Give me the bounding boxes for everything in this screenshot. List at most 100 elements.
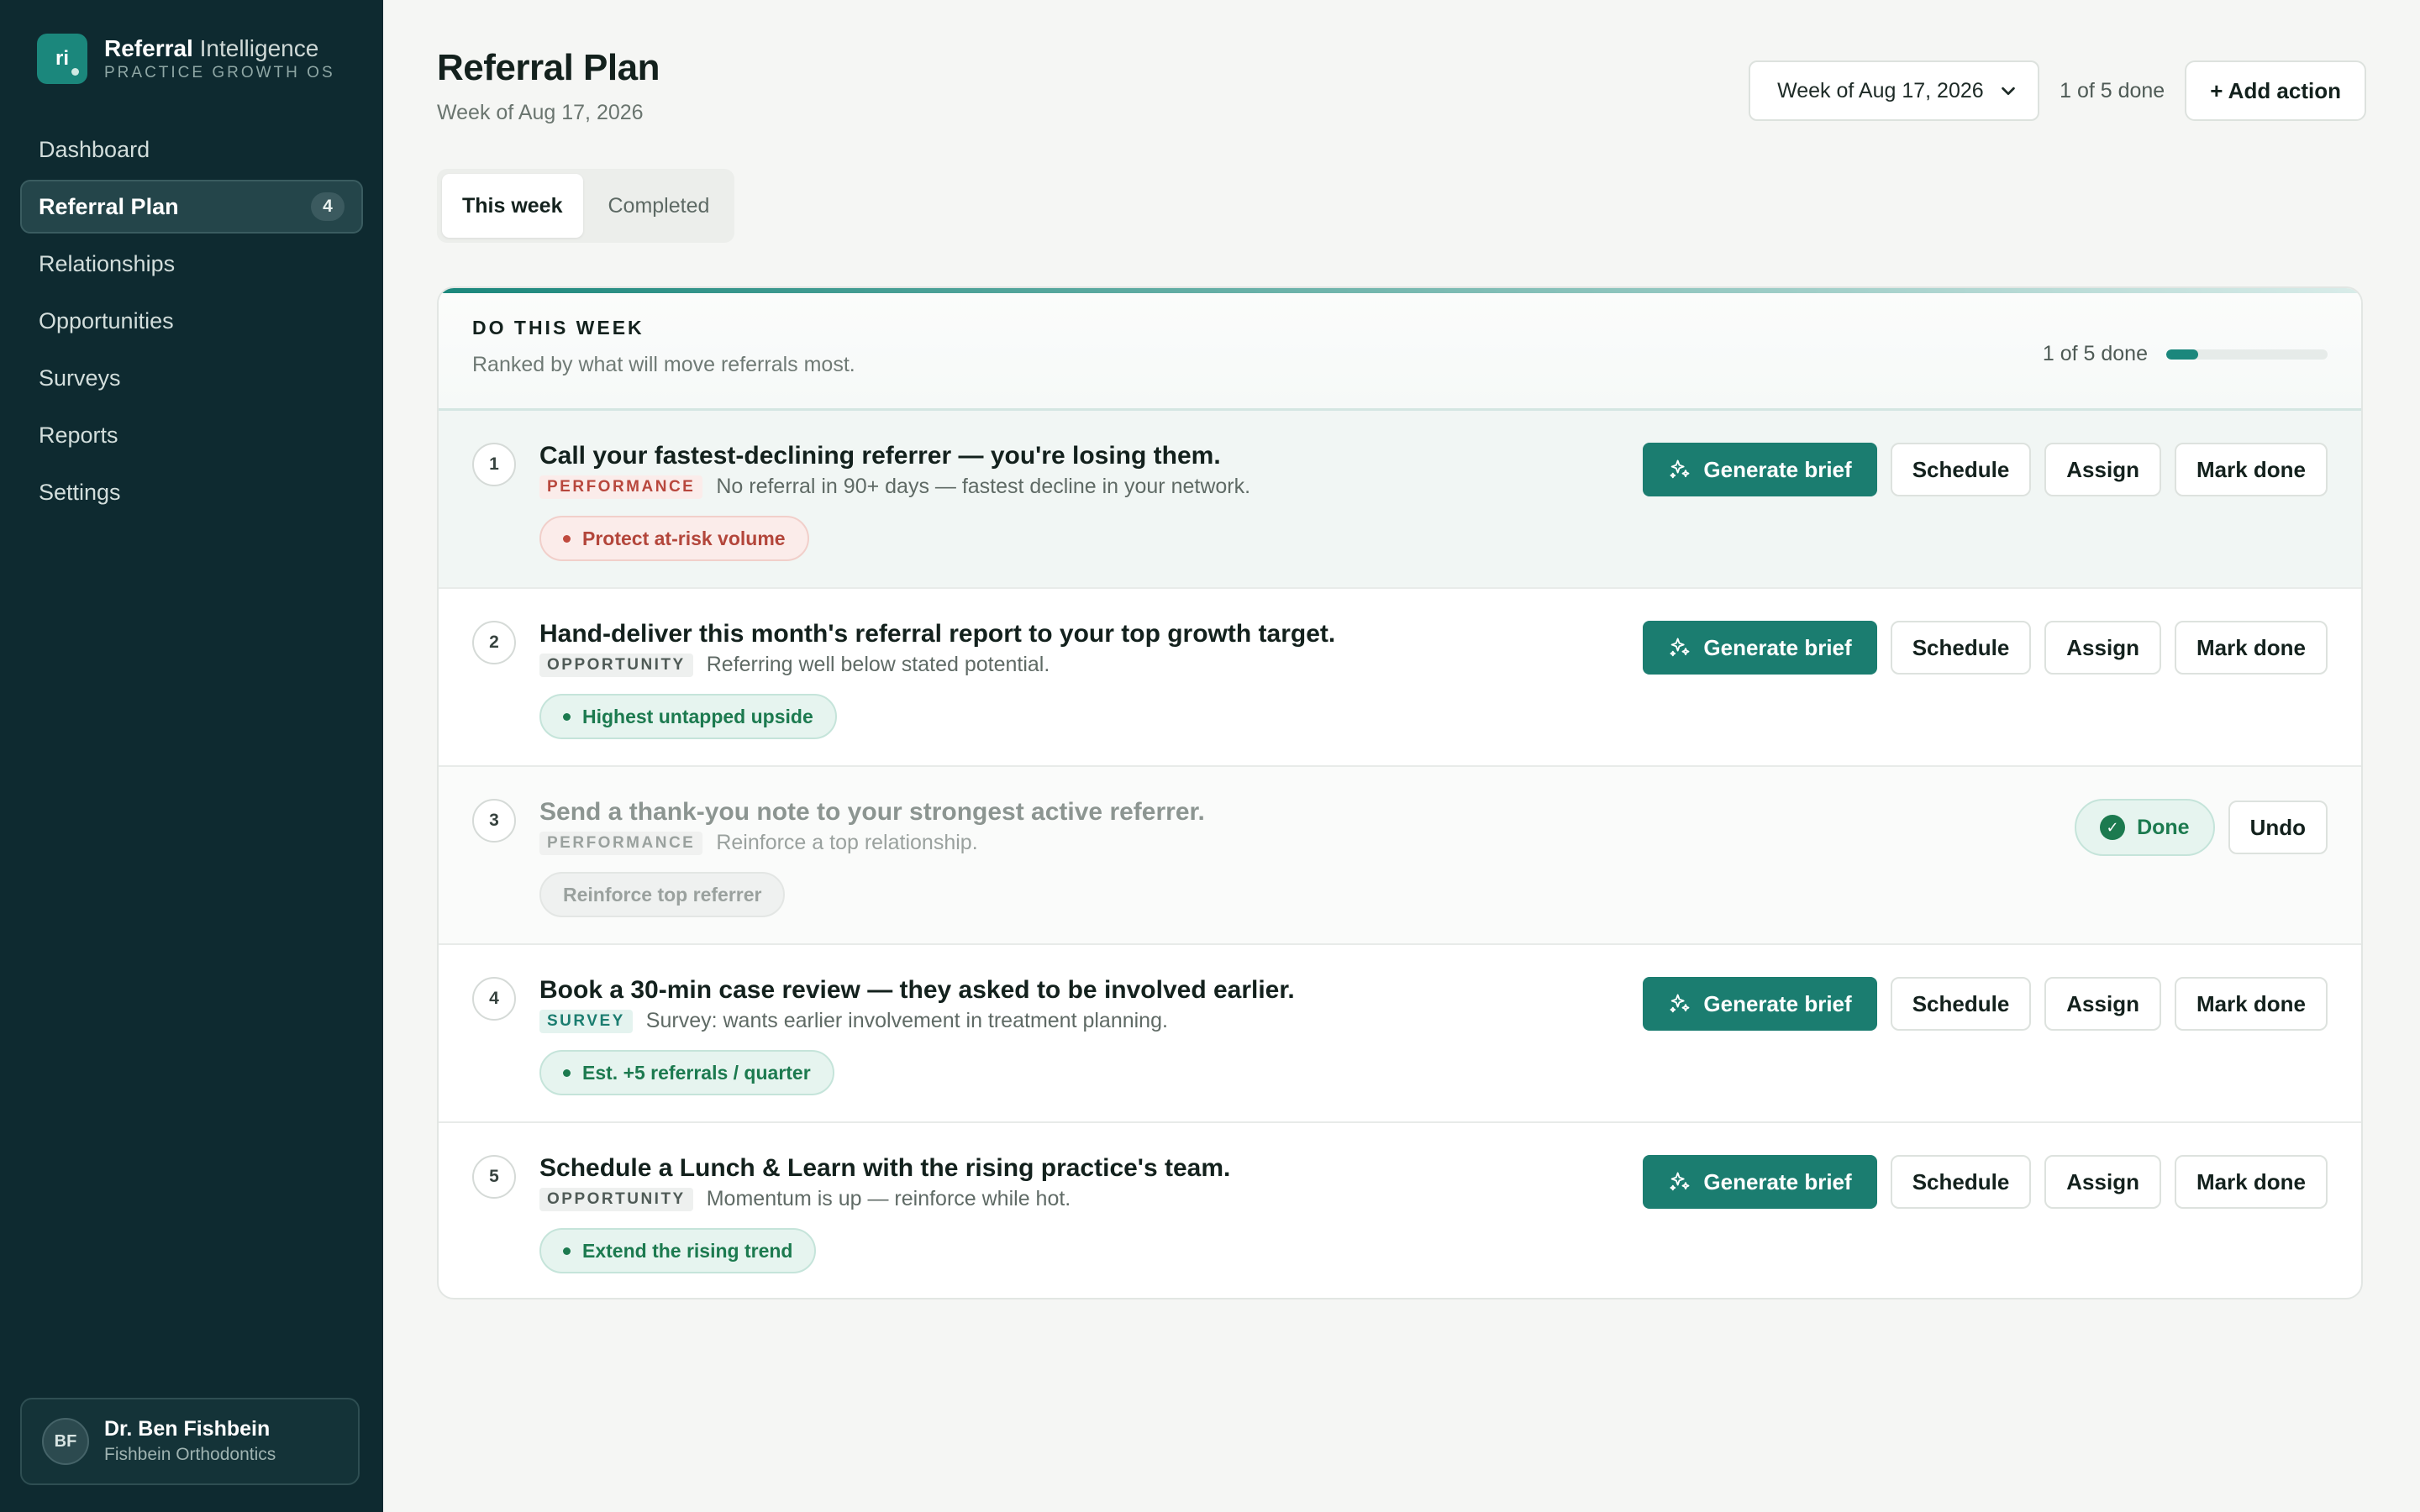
impact-pill: Highest untapped upside <box>539 694 837 739</box>
action-row: 2 Hand-deliver this month's referral rep… <box>439 589 2361 767</box>
card-header: DO THIS WEEK Ranked by what will move re… <box>439 293 2361 411</box>
brand-logo-text: ri <box>55 47 69 70</box>
bullet-dot-icon <box>563 712 571 721</box>
sidebar-item-dashboard[interactable]: Dashboard <box>20 123 363 176</box>
generate-brief-label: Generate brief <box>1703 1168 1852 1194</box>
week-select-value: Week of Aug 17, 2026 <box>1777 78 1984 102</box>
sidebar-item-relationships[interactable]: Relationships <box>20 237 363 291</box>
action-detail: Reinforce a top relationship. <box>716 831 978 854</box>
sidebar-item-settings[interactable]: Settings <box>20 465 363 519</box>
bullet-dot-icon <box>563 1247 571 1255</box>
done-status-badge: ✓ Done <box>2075 799 2215 856</box>
impact-pill: Reinforce top referrer <box>539 872 786 917</box>
undo-button[interactable]: Undo <box>2228 801 2328 854</box>
sparkle-icon <box>1670 994 1690 1013</box>
row-actions: Generate brief Schedule Assign Mark done <box>1643 621 2328 675</box>
row-actions: Generate brief Schedule Assign Mark done <box>1643 1155 2328 1209</box>
assign-button[interactable]: Assign <box>2044 1155 2161 1209</box>
sidebar-item-label: Dashboard <box>39 136 150 162</box>
card-title: DO THIS WEEK <box>472 317 644 339</box>
impact-pill-label: Protect at-risk volume <box>582 527 786 549</box>
brand-logo-dot <box>71 68 79 76</box>
action-row: 3 Send a thank-you note to your stronges… <box>439 767 2361 945</box>
sidebar-item-opportunities[interactable]: Opportunities <box>20 294 363 348</box>
rank-number: 5 <box>472 1155 516 1199</box>
action-row: 5 Schedule a Lunch & Learn with the risi… <box>439 1123 2361 1298</box>
mark-done-button[interactable]: Mark done <box>2174 1155 2328 1209</box>
progress-bar <box>2166 349 2328 360</box>
mark-done-button[interactable]: Mark done <box>2174 621 2328 675</box>
sidebar-item-label: Relationships <box>39 250 176 276</box>
done-count: 1 of 5 done <box>2060 78 2165 102</box>
rank-number: 3 <box>472 799 516 843</box>
card-progress-text: 1 of 5 done <box>2042 342 2148 365</box>
brand[interactable]: ri Referral Intelligence PRACTICE GROWTH… <box>20 34 363 84</box>
generate-brief-label: Generate brief <box>1703 456 1852 482</box>
sparkle-icon <box>1670 1172 1690 1191</box>
bullet-dot-icon <box>563 1068 571 1077</box>
mark-done-button[interactable]: Mark done <box>2174 443 2328 496</box>
main-content: Referral Plan Week of Aug 17, 2026 Week … <box>383 0 2420 1512</box>
brand-name-bold: Referral <box>104 35 193 61</box>
action-detail: No referral in 90+ days — fastest declin… <box>716 475 1251 498</box>
schedule-button[interactable]: Schedule <box>1890 977 2032 1031</box>
mark-done-button[interactable]: Mark done <box>2174 977 2328 1031</box>
tabs: This week Completed <box>437 169 735 243</box>
assign-button[interactable]: Assign <box>2044 443 2161 496</box>
chevron-down-icon <box>2002 87 2015 96</box>
sidebar-nav: Dashboard Referral Plan 4 Relationships O… <box>20 123 363 519</box>
add-action-button[interactable]: + Add action <box>2185 60 2366 121</box>
progress-fill <box>2166 349 2199 360</box>
sidebar-item-referral-plan[interactable]: Referral Plan 4 <box>20 180 363 234</box>
impact-pill-label: Highest untapped upside <box>582 705 813 727</box>
user-profile[interactable]: BF Dr. Ben Fishbein Fishbein Orthodontic… <box>20 1398 360 1485</box>
generate-brief-button[interactable]: Generate brief <box>1643 443 1877 496</box>
impact-pill-label: Reinforce top referrer <box>563 883 762 906</box>
schedule-button[interactable]: Schedule <box>1890 1155 2032 1209</box>
rank-number: 4 <box>472 977 516 1021</box>
impact-pill: Protect at-risk volume <box>539 516 809 561</box>
assign-button[interactable]: Assign <box>2044 977 2161 1031</box>
generate-brief-button[interactable]: Generate brief <box>1643 621 1877 675</box>
category-tag: OPPORTUNITY <box>539 1187 693 1211</box>
card-progress: 1 of 5 done <box>2043 342 2328 366</box>
sidebar: ri Referral Intelligence PRACTICE GROWTH… <box>0 0 383 1512</box>
action-detail: Momentum is up — reinforce while hot. <box>706 1187 1071 1210</box>
schedule-button[interactable]: Schedule <box>1890 443 2032 496</box>
done-label: Done <box>2137 815 2190 839</box>
brand-text: Referral Intelligence PRACTICE GROWTH OS <box>104 34 335 83</box>
sidebar-item-reports[interactable]: Reports <box>20 408 363 462</box>
rank-number: 2 <box>472 621 516 664</box>
row-actions: Generate brief Schedule Assign Mark done <box>1643 443 2328 496</box>
brand-logo: ri <box>37 34 87 84</box>
generate-brief-button[interactable]: Generate brief <box>1643 1155 1877 1209</box>
sidebar-item-label: Opportunities <box>39 307 174 333</box>
action-detail: Survey: wants earlier involvement in tre… <box>645 1009 1168 1032</box>
user-org: Fishbein Orthodontics <box>104 1445 276 1464</box>
generate-brief-label: Generate brief <box>1703 634 1852 660</box>
sidebar-item-label: Reports <box>39 422 118 448</box>
sidebar-item-label: Surveys <box>39 365 121 391</box>
avatar: BF <box>42 1418 89 1465</box>
brand-tagline: PRACTICE GROWTH OS <box>104 64 335 81</box>
sparkle-icon <box>1670 638 1690 657</box>
impact-pill: Extend the rising trend <box>539 1228 817 1273</box>
sidebar-item-surveys[interactable]: Surveys <box>20 351 363 405</box>
category-tag: PERFORMANCE <box>539 475 703 499</box>
row-actions: ✓ Done Undo <box>2075 799 2328 856</box>
row-actions: Generate brief Schedule Assign Mark done <box>1643 977 2328 1031</box>
assign-button[interactable]: Assign <box>2044 621 2161 675</box>
week-select[interactable]: Week of Aug 17, 2026 <box>1749 60 2040 121</box>
bullet-dot-icon <box>563 534 571 543</box>
header-controls: Week of Aug 17, 2026 1 of 5 done + Add a… <box>1749 60 2366 121</box>
action-detail: Referring well below stated potential. <box>706 653 1050 676</box>
action-title: Send a thank-you note to your strongest … <box>539 798 1205 826</box>
tab-this-week[interactable]: This week <box>442 174 583 238</box>
schedule-button[interactable]: Schedule <box>1890 621 2032 675</box>
impact-pill: Est. +5 referrals / quarter <box>539 1050 834 1095</box>
generate-brief-button[interactable]: Generate brief <box>1643 977 1877 1031</box>
sidebar-item-label: Referral Plan <box>39 193 179 219</box>
generate-brief-label: Generate brief <box>1703 990 1852 1016</box>
tab-completed[interactable]: Completed <box>588 174 730 238</box>
impact-pill-label: Est. +5 referrals / quarter <box>582 1061 811 1084</box>
